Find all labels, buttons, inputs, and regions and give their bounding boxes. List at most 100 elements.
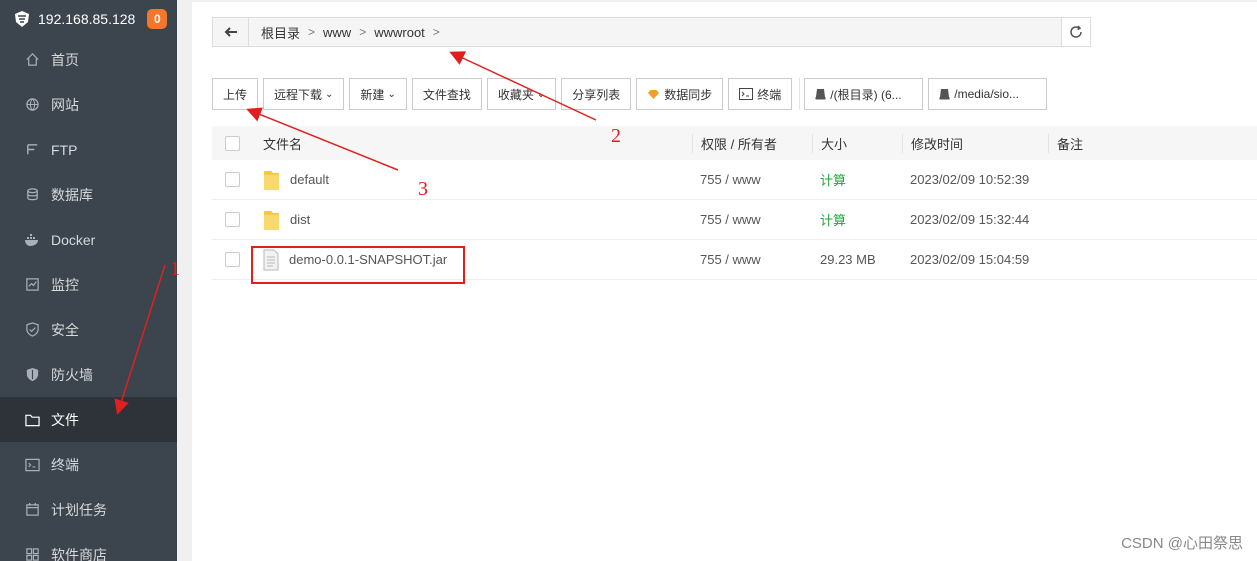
- select-all-checkbox[interactable]: [225, 135, 240, 151]
- notification-badge[interactable]: 0: [147, 8, 168, 29]
- sidebar-item-label: FTP: [51, 141, 78, 158]
- col-size-header[interactable]: 大小: [812, 133, 902, 153]
- file-name[interactable]: demo-0.0.1-SNAPSHOT.jar: [289, 252, 447, 267]
- file-mtime: 2023/02/09 15:32:44: [910, 212, 1030, 227]
- sidebar-item-label: 计划任务: [51, 501, 107, 518]
- row-checkbox[interactable]: [225, 172, 240, 187]
- remote-download-button[interactable]: 远程下载 ⌄: [263, 78, 345, 110]
- disk-media-button[interactable]: /media/sio...: [928, 78, 1048, 110]
- new-button[interactable]: 新建 ⌄: [349, 78, 407, 110]
- sidebar-item-security[interactable]: 安全: [0, 307, 177, 352]
- shield-icon: [24, 322, 40, 338]
- col-note-header: 备注: [1048, 133, 1248, 153]
- monitor-icon: [24, 277, 40, 293]
- file-perm[interactable]: 755 / www: [692, 252, 812, 267]
- path-bar[interactable]: 根目录 > www > wwwroot >: [212, 17, 1091, 47]
- disk-root-button[interactable]: /(根目录) (6...: [804, 78, 924, 110]
- file-perm[interactable]: 755 / www: [692, 172, 812, 187]
- col-name-header[interactable]: 文件名: [254, 134, 692, 153]
- upload-button[interactable]: 上传: [212, 78, 259, 110]
- file-table: 文件名 权限 / 所有者 大小 修改时间 备注 default 755 / ww…: [212, 126, 1257, 280]
- sidebar-item-cron[interactable]: 计划任务: [0, 487, 177, 532]
- sidebar-item-store[interactable]: 软件商店: [0, 532, 177, 561]
- col-perm-header[interactable]: 权限 / 所有者: [692, 133, 812, 153]
- terminal-icon: [24, 457, 40, 473]
- database-icon: [24, 187, 40, 203]
- back-button[interactable]: [213, 18, 249, 46]
- sidebar-item-label: 网站: [51, 96, 79, 113]
- col-time-header[interactable]: 修改时间: [902, 133, 1048, 153]
- file-mtime: 2023/02/09 10:52:39: [910, 172, 1030, 187]
- home-icon: [24, 52, 40, 68]
- disk-icon: [939, 88, 950, 100]
- favorites-button[interactable]: 收藏夹 ⌄: [486, 78, 557, 110]
- refresh-icon: [1070, 25, 1082, 38]
- remote-download-label: 远程下载: [274, 87, 323, 102]
- sidebar-item-home[interactable]: 首页: [0, 37, 177, 82]
- sidebar-item-docker[interactable]: Docker: [0, 217, 177, 262]
- table-row[interactable]: dist 755 / www 计算 2023/02/09 15:32:44: [212, 200, 1257, 240]
- server-host[interactable]: 192.168.85.128: [38, 11, 135, 27]
- chevron-right-icon: >: [308, 25, 316, 39]
- row-checkbox[interactable]: [225, 212, 240, 227]
- sidebar-item-database[interactable]: 数据库: [0, 172, 177, 217]
- globe-icon: [24, 97, 40, 113]
- disk-media-label: /media/sio...: [954, 87, 1019, 101]
- file-manager-panel: 根目录 > www > wwwroot > 上传 远程下载 ⌄ 新建 ⌄ 文件查找 …: [192, 2, 1257, 561]
- sidebar-item-label: 防火墙: [51, 366, 93, 383]
- sidebar-item-label: 软件商店: [51, 546, 107, 561]
- chevron-right-icon: >: [432, 25, 440, 39]
- file-mtime: 2023/02/09 15:04:59: [910, 252, 1030, 267]
- share-list-button[interactable]: 分享列表: [561, 78, 632, 110]
- terminal-button[interactable]: 终端: [728, 78, 793, 110]
- chevron-down-icon: ⌄: [325, 88, 334, 100]
- toolbar-divider: [799, 78, 801, 110]
- sidebar-item-label: 安全: [51, 321, 79, 338]
- row-checkbox[interactable]: [225, 252, 240, 267]
- new-label: 新建: [360, 87, 385, 102]
- disk-icon: [815, 88, 826, 100]
- terminal-icon: [739, 88, 754, 100]
- arrow-left-icon: [224, 27, 237, 37]
- terminal-label: 终端: [757, 87, 782, 102]
- refresh-button[interactable]: [1061, 17, 1091, 47]
- sidebar-item-label: 数据库: [51, 186, 93, 203]
- panel-logo-icon: [13, 10, 31, 28]
- docker-icon: [24, 232, 40, 248]
- calendar-icon: [24, 502, 40, 518]
- diamond-icon: [647, 89, 660, 100]
- sidebar-header: 192.168.85.128 0: [0, 0, 177, 37]
- table-row[interactable]: demo-0.0.1-SNAPSHOT.jar 755 / www 29.23 …: [212, 240, 1257, 280]
- sidebar-item-label: 终端: [51, 456, 79, 473]
- file-search-button[interactable]: 文件查找: [411, 78, 482, 110]
- file-perm[interactable]: 755 / www: [692, 212, 812, 227]
- data-sync-label: 数据同步: [664, 87, 713, 102]
- table-header: 文件名 权限 / 所有者 大小 修改时间 备注: [212, 126, 1257, 160]
- breadcrumb-www[interactable]: www: [317, 25, 357, 40]
- breadcrumb-root[interactable]: 根目录: [255, 23, 306, 42]
- sidebar-item-files[interactable]: 文件: [0, 397, 177, 442]
- store-icon: [24, 547, 40, 561]
- file-toolbar: 上传 远程下载 ⌄ 新建 ⌄ 文件查找 收藏夹 ⌄ 分享列表 数据同步 终端 /(根目…: [212, 78, 1052, 110]
- sidebar-item-website[interactable]: 网站: [0, 82, 177, 127]
- file-name[interactable]: default: [290, 172, 329, 187]
- data-sync-button[interactable]: 数据同步: [636, 78, 724, 110]
- sidebar-item-terminal[interactable]: 终端: [0, 442, 177, 487]
- sidebar: 192.168.85.128 0 首页 网站 FTP 数据库 Docker 监控: [0, 0, 177, 561]
- sidebar-item-firewall[interactable]: 防火墙: [0, 352, 177, 397]
- favorites-label: 收藏夹: [497, 87, 534, 102]
- breadcrumb-wwwroot[interactable]: wwwroot: [368, 25, 431, 40]
- breadcrumb: 根目录 > www > wwwroot >: [249, 23, 442, 42]
- chevron-down-icon: ⌄: [536, 88, 546, 100]
- file-size[interactable]: 计算: [812, 210, 902, 229]
- sidebar-item-ftp[interactable]: FTP: [0, 127, 177, 172]
- chevron-right-icon: >: [359, 25, 367, 39]
- folder-icon: [24, 412, 40, 428]
- folder-icon: [263, 209, 280, 231]
- file-name[interactable]: dist: [290, 212, 310, 227]
- table-row[interactable]: default 755 / www 计算 2023/02/09 10:52:39: [212, 160, 1257, 200]
- sidebar-item-monitor[interactable]: 监控: [0, 262, 177, 307]
- chevron-down-icon: ⌄: [387, 88, 396, 100]
- file-size[interactable]: 计算: [812, 170, 902, 189]
- sidebar-item-label: Docker: [51, 231, 96, 248]
